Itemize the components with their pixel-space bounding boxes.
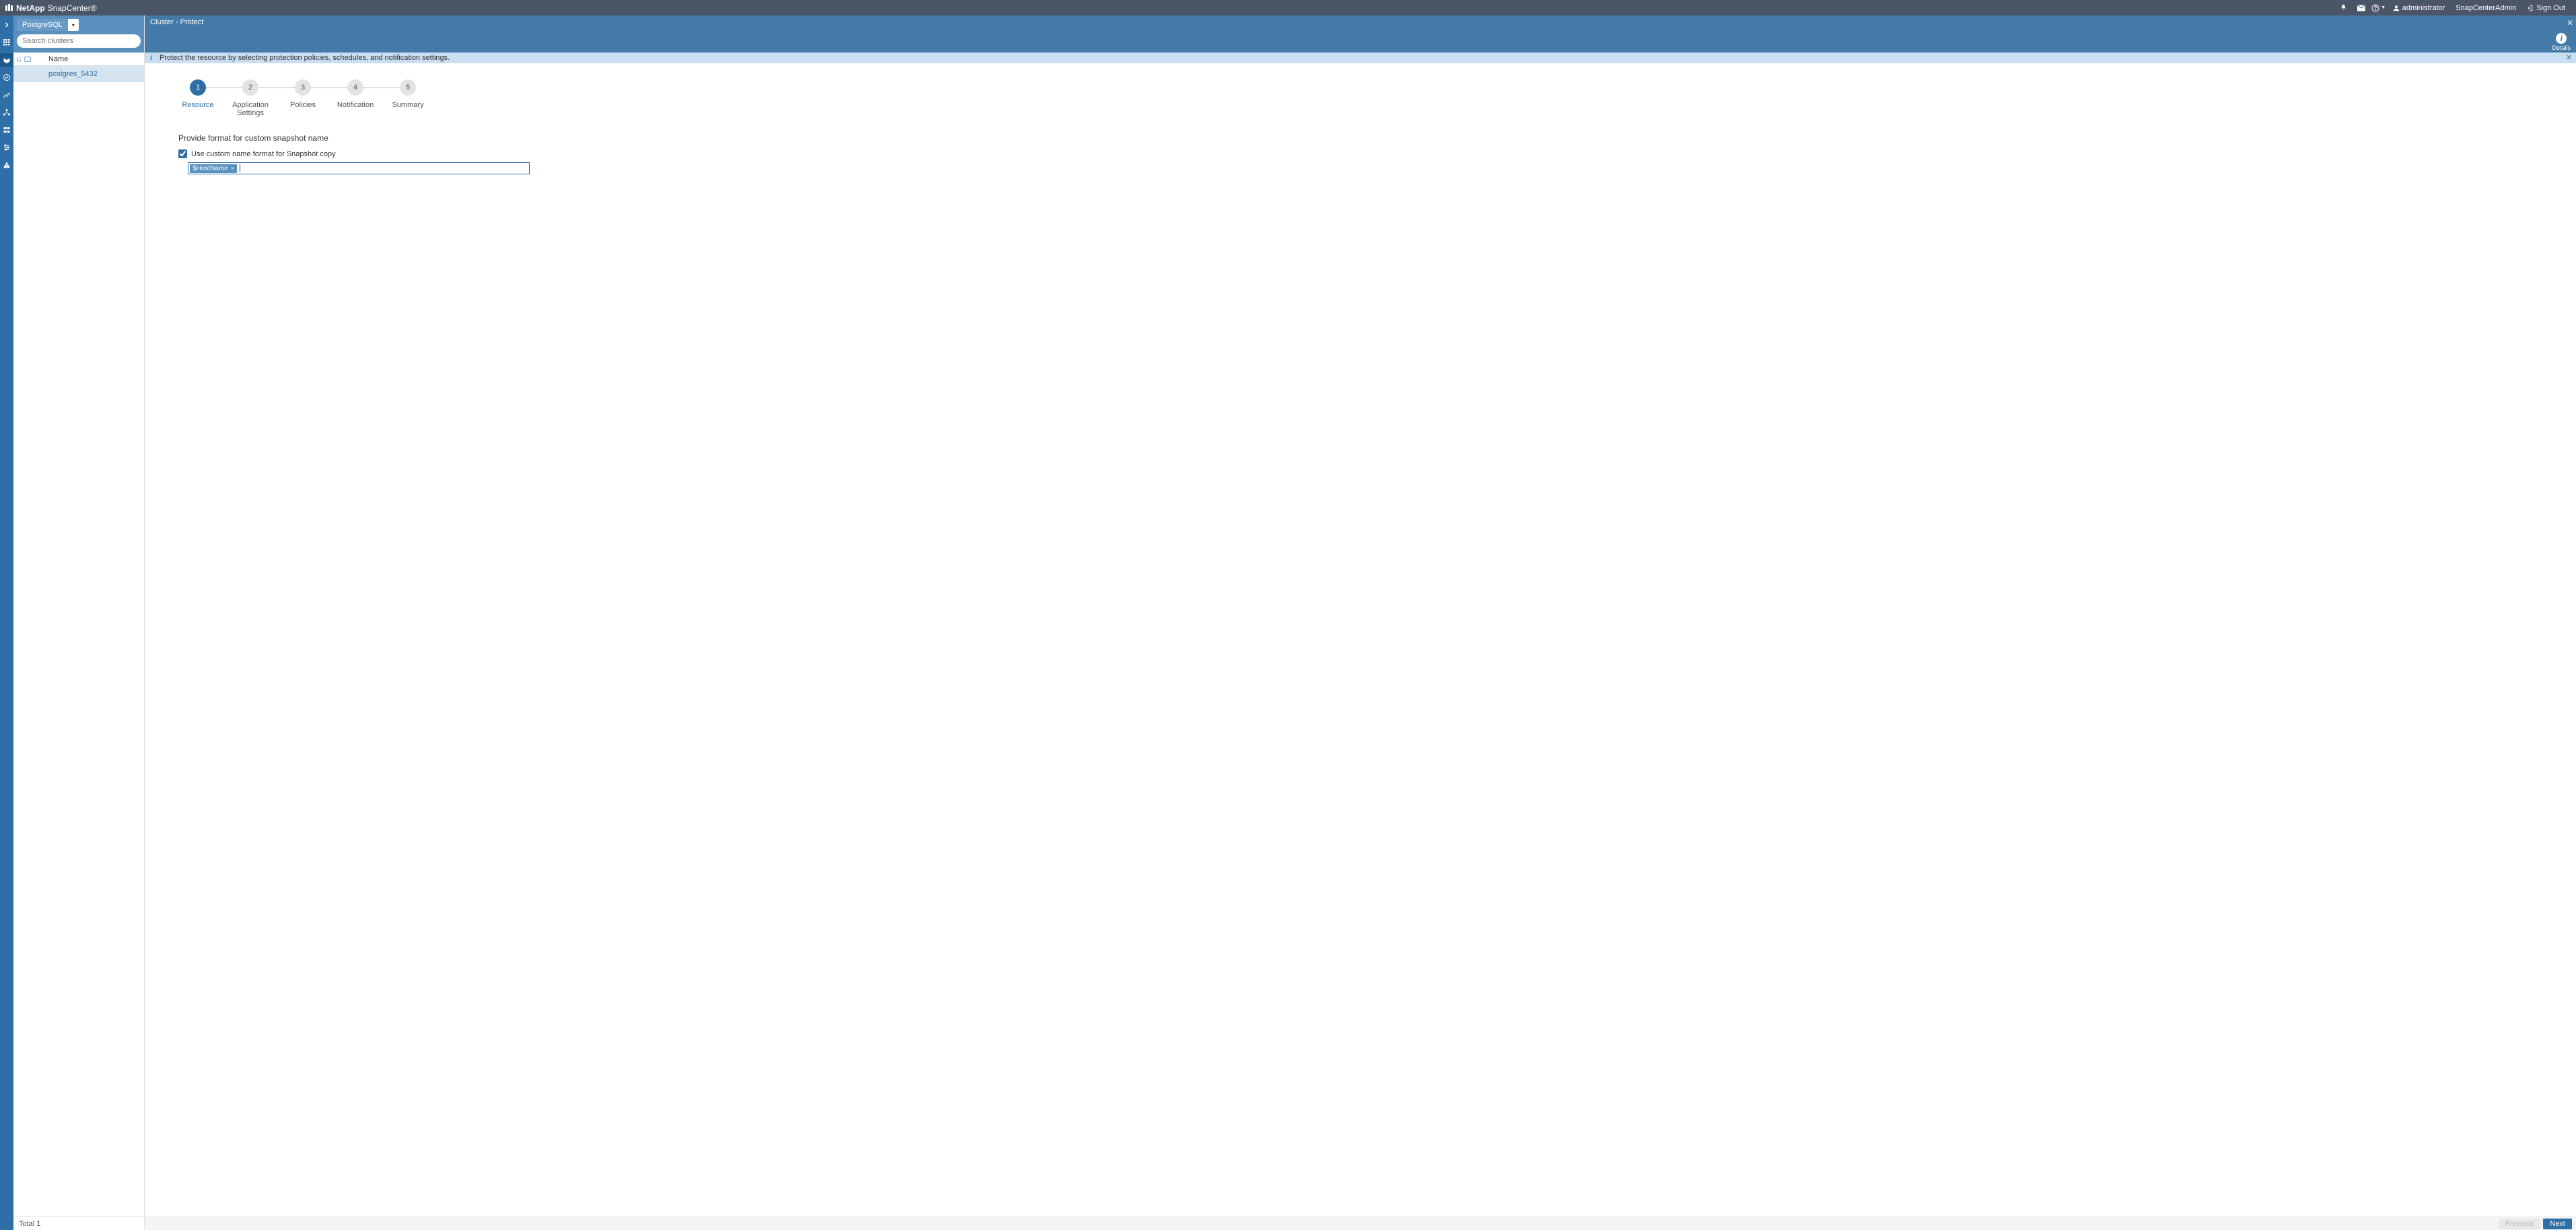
list-header: AZ Name <box>13 53 144 66</box>
step-summary[interactable]: 5 Summary <box>382 79 434 109</box>
details-button[interactable]: i Details <box>2552 33 2571 51</box>
token-remove-icon[interactable]: × <box>231 165 234 172</box>
step-number: 1 <box>190 79 206 96</box>
step-policies[interactable]: 3 Policies <box>277 79 329 109</box>
rail-expand-icon[interactable] <box>0 18 13 32</box>
left-rail <box>0 15 13 1230</box>
brand-logo-icon <box>5 4 13 12</box>
sort-icon[interactable]: AZ <box>13 56 34 63</box>
step-number: 3 <box>295 79 311 96</box>
step-label: Application Settings <box>224 101 277 117</box>
list-item[interactable]: postgres_5432 <box>13 66 144 82</box>
rail-dashboard-icon[interactable] <box>0 36 13 49</box>
bell-icon[interactable] <box>2335 0 2353 15</box>
step-label: Notification <box>337 101 374 109</box>
user-label: administrator <box>2402 4 2445 12</box>
user-icon <box>2393 5 2400 11</box>
help-icon[interactable]: ▼ <box>2370 0 2388 15</box>
main-area: Cluster - Protect ✕ i Details i Protect … <box>145 15 2576 1230</box>
step-number: 2 <box>242 79 258 96</box>
token-hostname[interactable]: $HostName × <box>190 164 237 173</box>
info-close-icon[interactable]: ✕ <box>2566 53 2572 62</box>
search-input[interactable] <box>17 34 141 48</box>
step-label: Policies <box>290 101 316 109</box>
role-label: SnapCenterAdmin <box>2456 4 2516 12</box>
title-strip: Cluster - Protect ✕ i Details <box>145 15 2576 53</box>
form-area: Provide format for custom snapshot name … <box>145 117 549 174</box>
previous-button: Previous <box>2499 1219 2541 1229</box>
rail-resources-icon[interactable] <box>0 53 13 67</box>
wizard-content: 1 Resource 2 Application Settings 3 Poli… <box>145 63 2576 1217</box>
info-text: Protect the resource by selecting protec… <box>160 54 450 62</box>
resource-list: postgres_5432 <box>13 66 144 1217</box>
total-label: Total 1 <box>19 1220 40 1228</box>
rail-hosts-icon[interactable] <box>0 106 13 119</box>
rail-alerts-icon[interactable] <box>0 158 13 172</box>
next-button[interactable]: Next <box>2543 1219 2572 1229</box>
brand: NetApp SnapCenter® <box>5 3 97 13</box>
side-panel: PostgreSQL ▾ AZ Name postgres_5432 Total… <box>13 15 145 1230</box>
step-notification[interactable]: 4 Notification <box>329 79 382 109</box>
token-text: $HostName <box>193 165 228 172</box>
step-label: Resource <box>182 101 213 109</box>
custom-name-checkbox[interactable] <box>178 149 187 158</box>
signout-label: Sign Out <box>2536 4 2565 12</box>
mail-icon[interactable] <box>2353 0 2370 15</box>
step-resource[interactable]: 1 Resource <box>172 79 224 109</box>
brand-product: SnapCenter® <box>48 3 97 13</box>
list-footer: Total 1 <box>13 1217 144 1230</box>
plugin-label: PostgreSQL <box>17 19 68 31</box>
side-panel-top: PostgreSQL ▾ <box>13 15 144 53</box>
role-link[interactable]: SnapCenterAdmin <box>2450 0 2521 15</box>
svg-text:Z: Z <box>20 59 22 62</box>
close-icon[interactable]: ✕ <box>2567 18 2573 28</box>
step-number: 4 <box>347 79 363 96</box>
breadcrumb: Cluster - Protect <box>150 18 203 26</box>
signout-icon <box>2527 5 2534 11</box>
info-strip: i Protect the resource by selecting prot… <box>145 53 2576 63</box>
user-menu[interactable]: administrator <box>2388 0 2451 15</box>
step-number: 5 <box>400 79 416 96</box>
chevron-down-icon: ▾ <box>68 19 79 31</box>
custom-name-checkbox-row[interactable]: Use custom name format for Snapshot copy <box>178 149 549 158</box>
wizard-button-bar: Previous Next <box>145 1217 2576 1230</box>
step-label: Summary <box>392 101 423 109</box>
column-name[interactable]: Name <box>34 55 68 63</box>
snapshot-name-input[interactable]: $HostName × <box>188 162 530 174</box>
form-heading: Provide format for custom snapshot name <box>178 133 549 143</box>
rail-reports-icon[interactable] <box>0 88 13 102</box>
plugin-selector[interactable]: PostgreSQL ▾ <box>17 19 141 31</box>
rail-monitor-icon[interactable] <box>0 71 13 84</box>
brand-prefix: NetApp <box>16 3 45 13</box>
details-label: Details <box>2552 44 2571 51</box>
info-icon: i <box>2556 33 2567 44</box>
checkbox-label: Use custom name format for Snapshot copy <box>191 150 336 158</box>
step-application-settings[interactable]: 2 Application Settings <box>224 79 277 117</box>
rail-settings-icon[interactable] <box>0 141 13 154</box>
stepper: 1 Resource 2 Application Settings 3 Poli… <box>145 63 2576 117</box>
info-i-icon: i <box>150 54 160 62</box>
rail-storage-icon[interactable] <box>0 123 13 137</box>
topbar: NetApp SnapCenter® ▼ administrator SnapC… <box>0 0 2576 15</box>
signout-button[interactable]: Sign Out <box>2521 0 2571 15</box>
